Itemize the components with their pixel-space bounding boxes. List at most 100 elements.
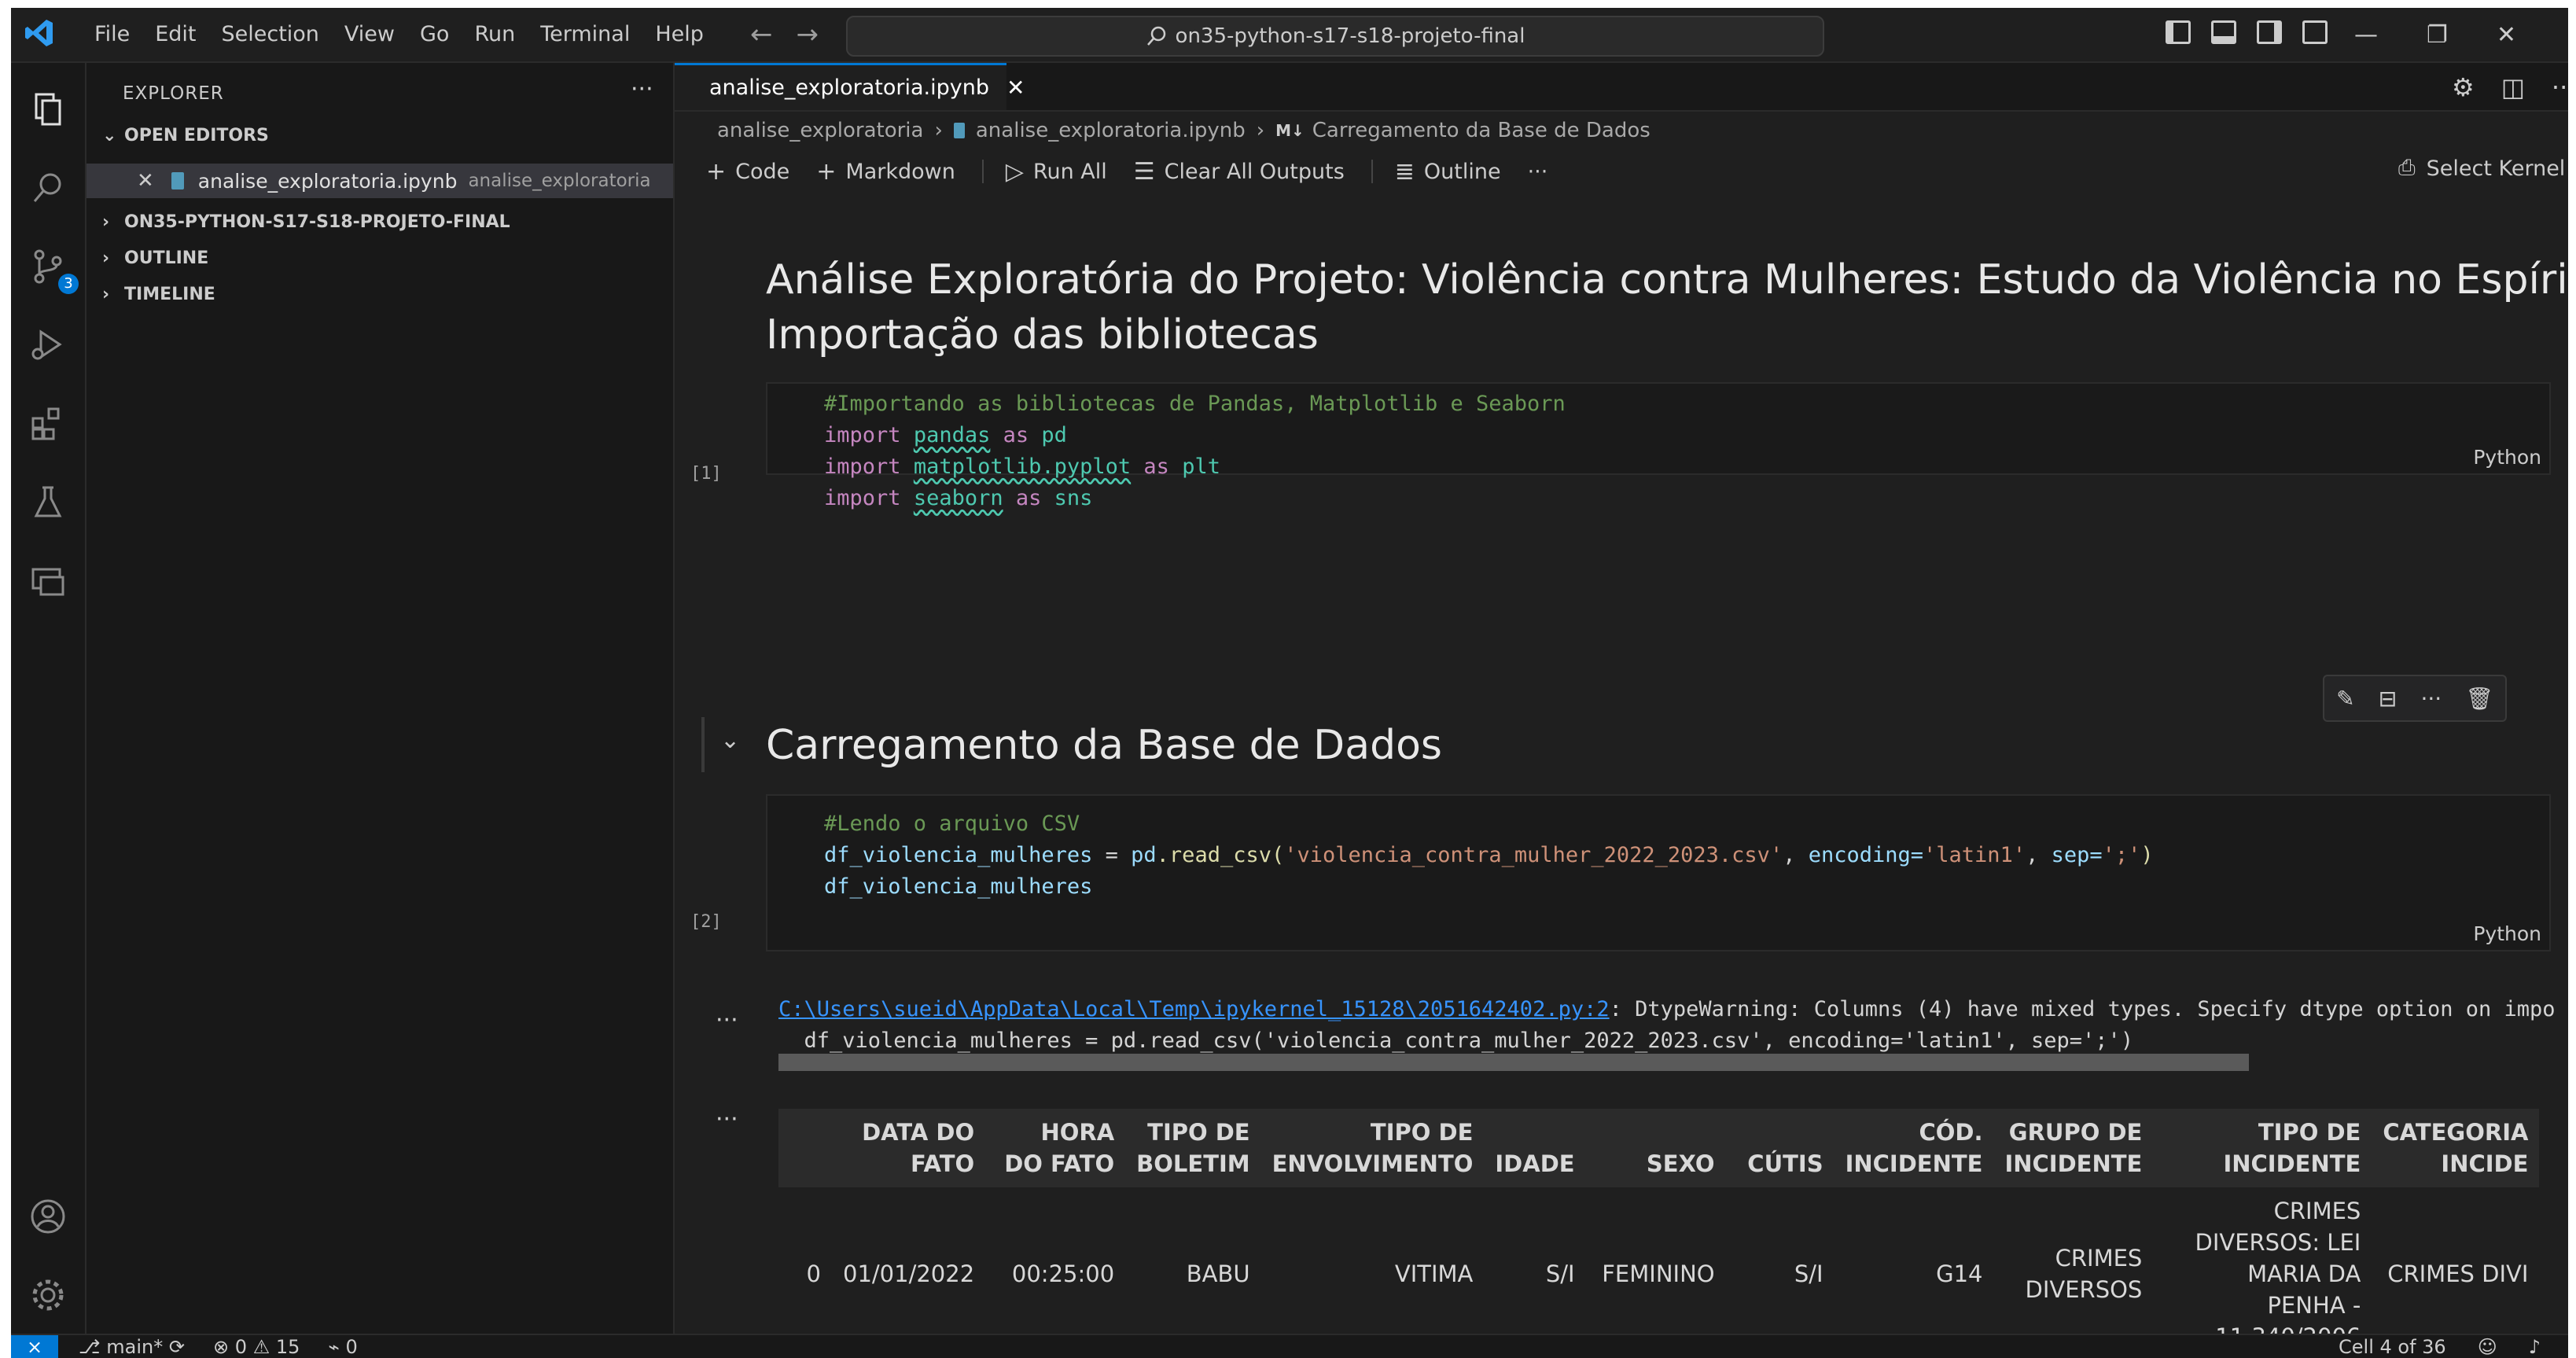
timeline-label: TIMELINE	[124, 285, 215, 304]
extensions-icon[interactable]	[28, 404, 68, 443]
code-cell-2[interactable]: #Lendo o arquivo CSV df_violencia_mulher…	[766, 794, 2551, 951]
forward-arrow-icon[interactable]: →	[797, 19, 819, 50]
broadcast-icon: ⌁	[328, 1336, 346, 1358]
timeline-section[interactable]: › TIMELINE	[102, 285, 215, 304]
settings-gear-icon[interactable]	[28, 1275, 68, 1315]
code-cell-1[interactable]: #Importando as bibliotecas de Pandas, Ma…	[766, 382, 2551, 510]
open-editors-label: OPEN EDITORS	[124, 126, 269, 145]
menu-help[interactable]: Help	[642, 8, 716, 61]
cell-cod-incidente: G14	[1936, 1260, 1983, 1287]
toggle-primary-sidebar-icon[interactable]	[2166, 20, 2191, 44]
code-cell-2-source[interactable]: #Lendo o arquivo CSV df_violencia_mulher…	[824, 808, 2154, 903]
column-header-cod-incidente: CÓD. INCIDENTE	[1834, 1109, 1994, 1187]
notebook-file-icon	[953, 123, 965, 138]
select-kernel-button[interactable]: ⎙ Select Kernel	[2398, 156, 2565, 181]
chevron-right-icon: ›	[102, 212, 110, 232]
accounts-icon[interactable]	[28, 1197, 68, 1236]
output-horizontal-scrollbar[interactable]	[778, 1054, 2249, 1071]
variable-name: df_violencia_mulheres	[824, 843, 1093, 867]
toolbar-divider	[1371, 160, 1373, 183]
open-editor-item[interactable]: ✕ analise_exploratoria.ipynb analise_exp…	[86, 164, 673, 198]
menu-bar: File Edit Selection View Go Run Terminal…	[82, 8, 716, 61]
toggle-secondary-sidebar-icon[interactable]	[2257, 20, 2282, 44]
run-debug-icon[interactable]	[28, 326, 68, 365]
warning-source-link[interactable]: C:\Users\sueid\AppData\Local\Temp\ipyker…	[778, 997, 1610, 1021]
cell-more-icon[interactable]: ···	[2420, 686, 2442, 712]
menu-terminal[interactable]: Terminal	[528, 8, 642, 61]
ports-status[interactable]: ⌁ 0	[328, 1335, 357, 1358]
edit-pencil-icon[interactable]: ✎	[2336, 686, 2354, 712]
breadcrumb-file[interactable]: analise_exploratoria.ipynb	[976, 119, 1246, 142]
testing-flask-icon[interactable]	[28, 483, 68, 522]
remote-explorer-icon[interactable]	[28, 561, 68, 601]
notifications-bell-icon[interactable]: ♪	[2529, 1335, 2541, 1358]
copilot-icon[interactable]: ☺	[2478, 1335, 2497, 1358]
column-header-tipo-de-incidente: TIPO DE INCIDENTE	[2153, 1109, 2372, 1187]
close-tab-icon[interactable]: ✕	[1006, 75, 1025, 101]
customize-layout-icon[interactable]	[2302, 20, 2328, 44]
toolbar-more-button[interactable]: ···	[1528, 160, 1548, 184]
split-cell-icon[interactable]: ⊟	[2379, 686, 2397, 712]
sync-icon[interactable]: ⟳	[169, 1336, 185, 1358]
menu-go[interactable]: Go	[407, 8, 462, 61]
notebook-editor: analise_exploratoria.ipynb ✕ ⚙ ◫ ··· ana…	[675, 63, 2568, 1334]
clear-all-outputs-button[interactable]: ☰ Clear All Outputs	[1134, 158, 1345, 186]
vscode-logo-icon[interactable]	[24, 17, 55, 49]
minimize-icon[interactable]: —	[2354, 21, 2378, 49]
source-control-icon[interactable]: 3	[28, 247, 79, 294]
restore-icon[interactable]: ❐	[2427, 21, 2448, 49]
tab-analise-exploratoria[interactable]: analise_exploratoria.ipynb ✕	[675, 63, 1025, 110]
command-center-search[interactable]: on35-python-s17-s18-projeto-final	[846, 16, 1824, 57]
breadcrumb-folder[interactable]: analise_exploratoria	[717, 119, 923, 142]
toggle-panel-icon[interactable]	[2211, 20, 2236, 44]
keyword-import: import	[824, 486, 901, 510]
cell-toolbar: ✎ ⊟ ··· 🗑	[2323, 675, 2507, 722]
notebook-toolbar: + Code + Markdown ▷ Run All ☰ Clear All Outp…	[706, 154, 1574, 189]
notebook-settings-gear-icon[interactable]: ⚙	[2452, 72, 2475, 102]
search-icon[interactable]	[28, 168, 68, 208]
cell-language-label[interactable]: Python	[2473, 922, 2541, 945]
more-actions-icon[interactable]: ···	[2552, 72, 2568, 102]
problems-status[interactable]: ⊗ 0 ⚠ 15	[213, 1335, 300, 1358]
command-center-text: on35-python-s17-s18-projeto-final	[1175, 24, 1525, 48]
close-window-icon[interactable]: ✕	[2497, 21, 2516, 49]
close-editor-icon[interactable]: ✕	[137, 169, 154, 193]
split-editor-icon[interactable]: ◫	[2501, 72, 2525, 102]
outline-button[interactable]: ≣ Outline	[1395, 158, 1501, 186]
back-arrow-icon[interactable]: ←	[750, 19, 773, 50]
menu-run[interactable]: Run	[462, 8, 528, 61]
chevron-down-icon[interactable]: ⌄	[720, 727, 740, 754]
branch-status[interactable]: ⎇ main* ⟳	[79, 1335, 185, 1358]
menu-edit[interactable]: Edit	[142, 8, 208, 61]
navigation-arrows: ← →	[750, 19, 819, 50]
code-cell-1-source[interactable]: #Importando as bibliotecas de Pandas, Ma…	[824, 388, 1566, 514]
explorer-icon[interactable]	[28, 90, 68, 129]
explorer-more-icon[interactable]: ···	[631, 75, 653, 103]
operator: =	[1092, 843, 1132, 867]
remote-indicator-icon[interactable]: ⨯	[11, 1335, 58, 1358]
menu-file[interactable]: File	[82, 8, 142, 61]
add-code-label: Code	[735, 159, 790, 184]
delete-trash-icon[interactable]: 🗑	[2465, 686, 2493, 712]
add-markdown-label: Markdown	[845, 159, 955, 184]
project-folder-section[interactable]: › ON35-PYTHON-S17-S18-PROJETO-FINAL	[102, 212, 510, 232]
open-editors-section[interactable]: ⌄ OPEN EDITORS	[102, 126, 269, 145]
output-more-icon[interactable]: ···	[716, 1007, 738, 1034]
cell-position[interactable]: Cell 4 of 36	[2339, 1335, 2446, 1358]
cell-cutis: S/I	[1794, 1260, 1823, 1287]
output-more-icon[interactable]: ···	[716, 1106, 738, 1133]
column-header-grupo-de-incidente: GRUPO DE INCIDENTE	[1993, 1109, 2154, 1187]
menu-view[interactable]: View	[332, 8, 407, 61]
run-all-button[interactable]: ▷ Run All	[1006, 158, 1107, 186]
breadcrumb-section[interactable]: Carregamento da Base de Dados	[1312, 119, 1650, 142]
toolbar-divider	[981, 160, 984, 183]
add-code-cell-button[interactable]: + Code	[706, 158, 789, 186]
error-count: 0	[234, 1336, 248, 1358]
editor-actions: ⚙ ◫ ···	[2452, 72, 2568, 102]
add-markdown-cell-button[interactable]: + Markdown	[816, 158, 955, 186]
outline-section[interactable]: › OUTLINE	[102, 248, 208, 268]
menu-selection[interactable]: Selection	[208, 8, 331, 61]
warning-text: : DtypeWarning: Columns (4) have mixed t…	[1609, 997, 2556, 1021]
activity-bar: 3	[11, 63, 86, 1334]
cell-language-label[interactable]: Python	[2473, 446, 2541, 469]
